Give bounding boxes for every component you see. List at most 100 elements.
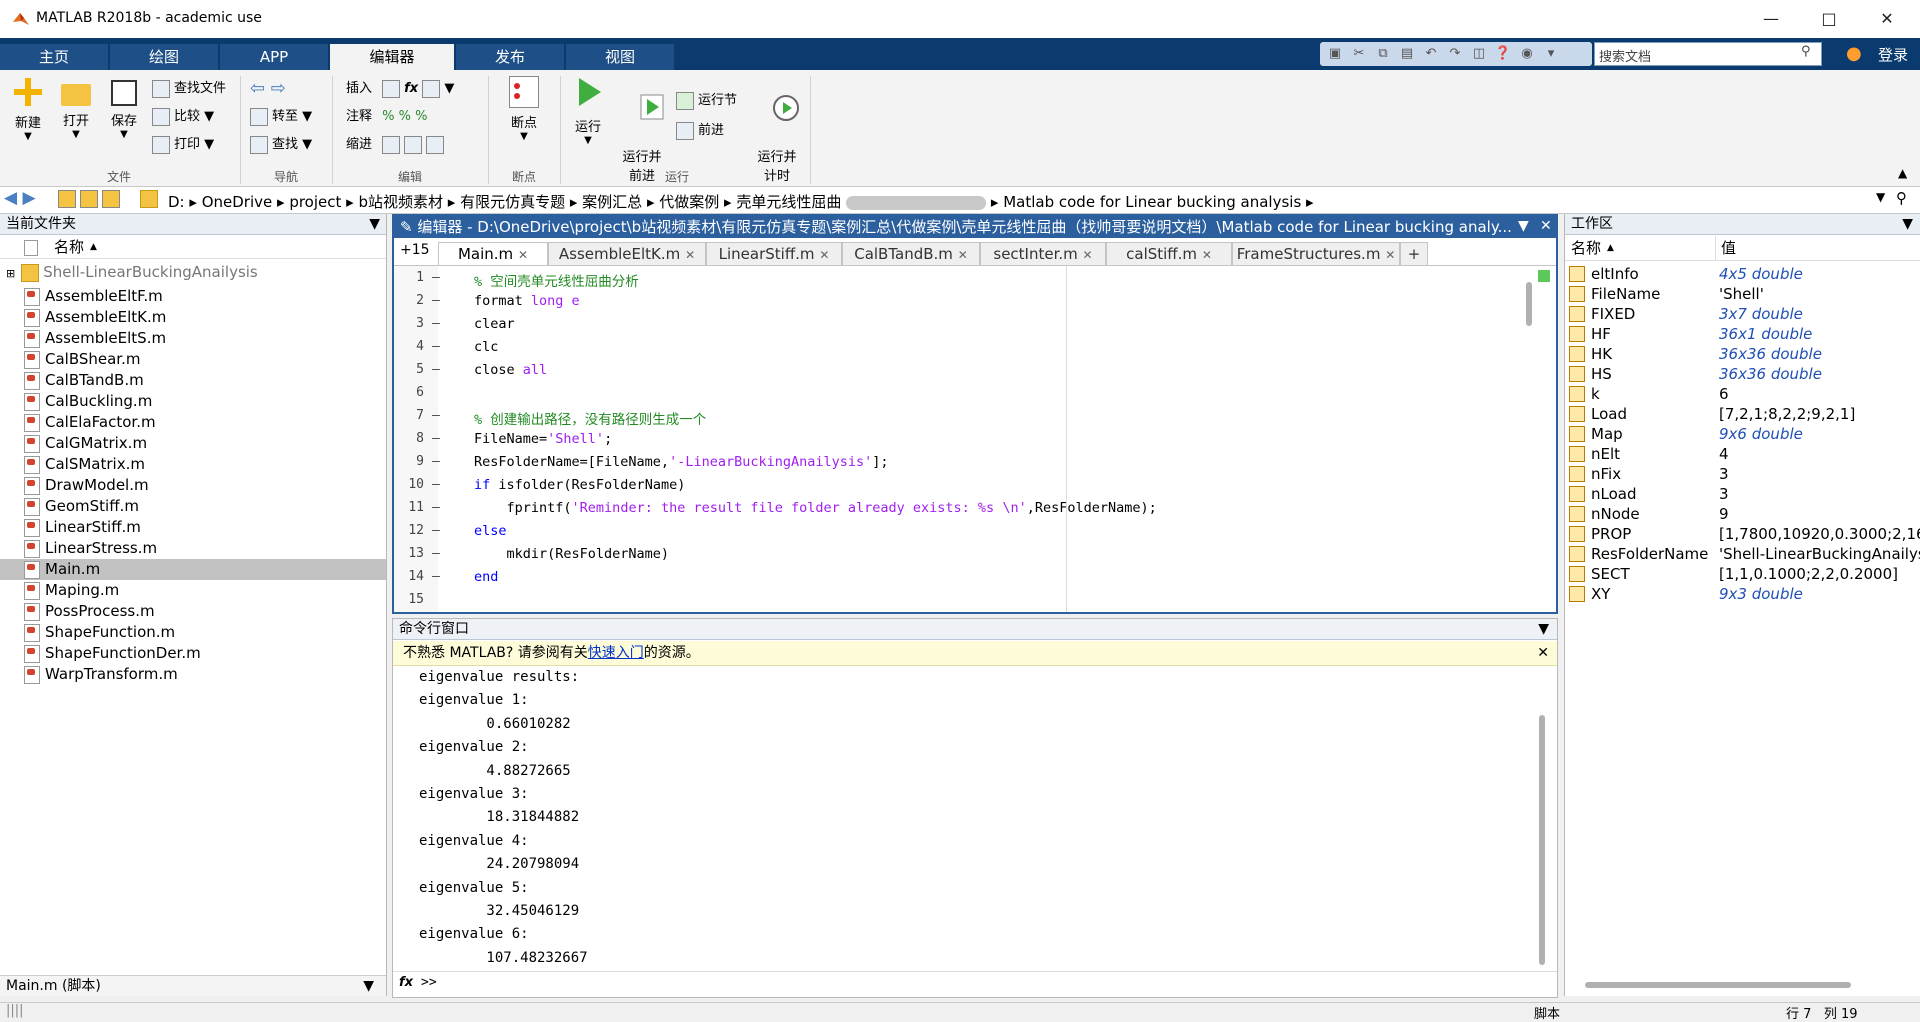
workspace-variable-row[interactable]: SECT [1,1,0.1000;2,2,0.2000] [1565,564,1920,584]
breadcrumb-item[interactable]: project [289,193,341,211]
editor-tab[interactable]: LinearStiff.m ✕ [706,242,842,265]
run-button[interactable]: 运行 ▼ [568,76,608,146]
code-line[interactable]: FileName='Shell'; [474,431,612,447]
close-tab-icon[interactable]: ✕ [685,248,695,262]
breadcrumb-item[interactable]: 有限元仿真专题 [460,193,565,211]
workspace-variable-row[interactable]: HK 36x36 double [1565,344,1920,364]
file-row[interactable]: ShapeFunctionDer.m [24,643,201,664]
code-line[interactable]: close all [474,362,547,378]
open-button[interactable]: 打开 ▼ [56,76,96,140]
close-tab-icon[interactable]: ✕ [819,248,829,262]
workspace-variable-row[interactable]: nNode 9 [1565,504,1920,524]
community-icon[interactable]: ◉ [1518,45,1536,63]
editor-scrollbar-thumb[interactable] [1526,282,1532,326]
close-tab-icon[interactable]: ✕ [518,248,528,262]
tab-plots[interactable]: 绘图 [110,44,219,70]
breadcrumb-item[interactable]: 代做案例 [659,193,719,211]
workspace-variable-row[interactable]: nLoad 3 [1565,484,1920,504]
indent-button[interactable]: 缩进 [346,134,448,156]
tab-apps[interactable]: APP [220,44,329,70]
folder-row[interactable]: ⊞ Shell-LinearBuckingAnailysis [0,262,258,283]
file-row[interactable]: PossProcess.m [24,601,155,622]
goto-button[interactable]: 转至 ▼ [250,106,312,128]
workspace-variable-row[interactable]: ResFolderName 'Shell-LinearBuckingAnailys… [1565,544,1920,564]
file-row[interactable]: CalBShear.m [24,349,140,370]
close-window-button[interactable]: ✕ [1858,0,1916,38]
breadcrumb-item[interactable]: b站视频素材 [358,193,443,211]
executable-marker[interactable]: — [432,362,440,377]
column-header[interactable]: 名称 ▲ [0,236,386,259]
workspace-variable-row[interactable]: PROP [1,7800,10920,0.3000;2,169 [1565,524,1920,544]
workspace-variable-row[interactable]: HF 36x1 double [1565,324,1920,344]
file-row[interactable]: CalBTandB.m [24,370,144,391]
file-row[interactable]: Main.m [24,559,100,580]
file-row[interactable]: CalGMatrix.m [24,433,147,454]
executable-marker[interactable]: — [432,431,440,446]
file-details-bar[interactable]: Main.m (脚本) ▼ [0,975,386,996]
editor-tab[interactable]: calStiff.m ✕ [1106,242,1232,265]
editor-menu-icon[interactable]: ▼ [1518,218,1529,234]
close-tab-icon[interactable]: ✕ [1083,248,1093,262]
executable-marker[interactable]: — [432,500,440,515]
save-button[interactable]: 保存 ▼ [104,76,144,140]
search-documentation-input[interactable]: 搜索文档 ⚲ [1594,42,1822,66]
code-analyzer-indicator[interactable] [1538,270,1550,282]
code-line[interactable]: fprintf('Reminder: the result file folde… [474,500,1157,516]
file-row[interactable]: CalElaFactor.m [24,412,156,433]
close-tab-icon[interactable]: ✕ [1202,248,1212,262]
notification-bell-icon[interactable]: ● [1846,43,1868,65]
workspace-variable-row[interactable]: FileName 'Shell' [1565,284,1920,304]
new-tab-button[interactable]: + [1400,242,1428,265]
workspace-variable-row[interactable]: Load [7,2,1;8,2,2;9,2,1] [1565,404,1920,424]
executable-marker[interactable]: — [432,523,440,538]
minimize-button[interactable]: — [1742,0,1800,38]
comment-button[interactable]: 注释 % % % [346,106,427,128]
executable-marker[interactable]: — [432,270,440,285]
workspace-variable-row[interactable]: XY 9x3 double [1565,584,1920,604]
maximize-button[interactable]: □ [1800,0,1858,38]
paste-icon[interactable]: ▤ [1398,45,1416,63]
executable-marker[interactable]: — [432,316,440,331]
editor-close-icon[interactable]: ✕ [1540,218,1552,234]
file-row[interactable]: WarpTransform.m [24,664,178,685]
quick-start-link[interactable]: 快速入门 [588,645,644,661]
executable-marker[interactable]: — [432,293,440,308]
tab-publish[interactable]: 发布 [456,44,565,70]
editor-tab[interactable]: FrameStructures.m ✕ [1232,242,1400,265]
code-line[interactable]: mkdir(ResFolderName) [474,546,670,562]
file-row[interactable]: AssembleEltF.m [24,286,163,307]
nav-folder-icons[interactable] [58,189,124,208]
breadcrumb-item[interactable]: 案例汇总 [582,193,642,211]
details-toggle-icon[interactable]: ▼ [363,976,374,996]
executable-marker[interactable]: — [432,454,440,469]
fx-icon[interactable]: fx [399,975,413,990]
tab-view[interactable]: 视图 [566,44,675,70]
back-forward-icons[interactable]: ⇦ ⇨ [250,78,286,100]
advance-button[interactable]: 前进 [676,120,724,142]
code-line[interactable]: ResFolderName=[FileName,'-LinearBuckingA… [474,454,889,470]
compare-button[interactable]: 比较 ▼ [152,106,214,128]
close-tab-icon[interactable]: ✕ [1385,248,1395,262]
breadcrumb-item[interactable]: Matlab code for Linear bucking analysis [1003,193,1301,211]
tab-editor[interactable]: 编辑器 [330,44,455,70]
find-button[interactable]: 查找 ▼ [250,134,312,156]
code-area[interactable]: 1 — % 空间壳单元线性屈曲分析 2 — format long e 3 — clear 4 — c… [402,266,1502,612]
workspace-hscrollbar-thumb[interactable] [1585,982,1851,988]
workspace-variable-row[interactable]: nElt 4 [1565,444,1920,464]
code-line[interactable]: if isfolder(ResFolderName) [474,477,685,493]
workspace-variable-row[interactable]: FIXED 3x7 double [1565,304,1920,324]
address-dropdown-icon[interactable]: ▼ [1876,190,1885,204]
code-line[interactable]: % 空间壳单元线性屈曲分析 [474,270,639,290]
tab-home[interactable]: 主页 [0,44,109,70]
file-row[interactable]: AssembleEltS.m [24,328,166,349]
help-icon[interactable]: ❓ [1494,45,1512,63]
copy-icon[interactable]: ⧉ [1374,45,1392,63]
code-line[interactable]: end [474,569,498,585]
executable-marker[interactable]: — [432,339,440,354]
executable-marker[interactable]: — [432,408,440,423]
print-button[interactable]: 打印 ▼ [152,134,214,156]
workspace-header[interactable]: 名称 ▲ 值 [1565,236,1920,261]
editor-tab[interactable]: Main.m ✕ [438,242,548,265]
address-search-icon[interactable]: ⚲ [1896,189,1907,207]
file-row[interactable]: AssembleEltK.m [24,307,166,328]
